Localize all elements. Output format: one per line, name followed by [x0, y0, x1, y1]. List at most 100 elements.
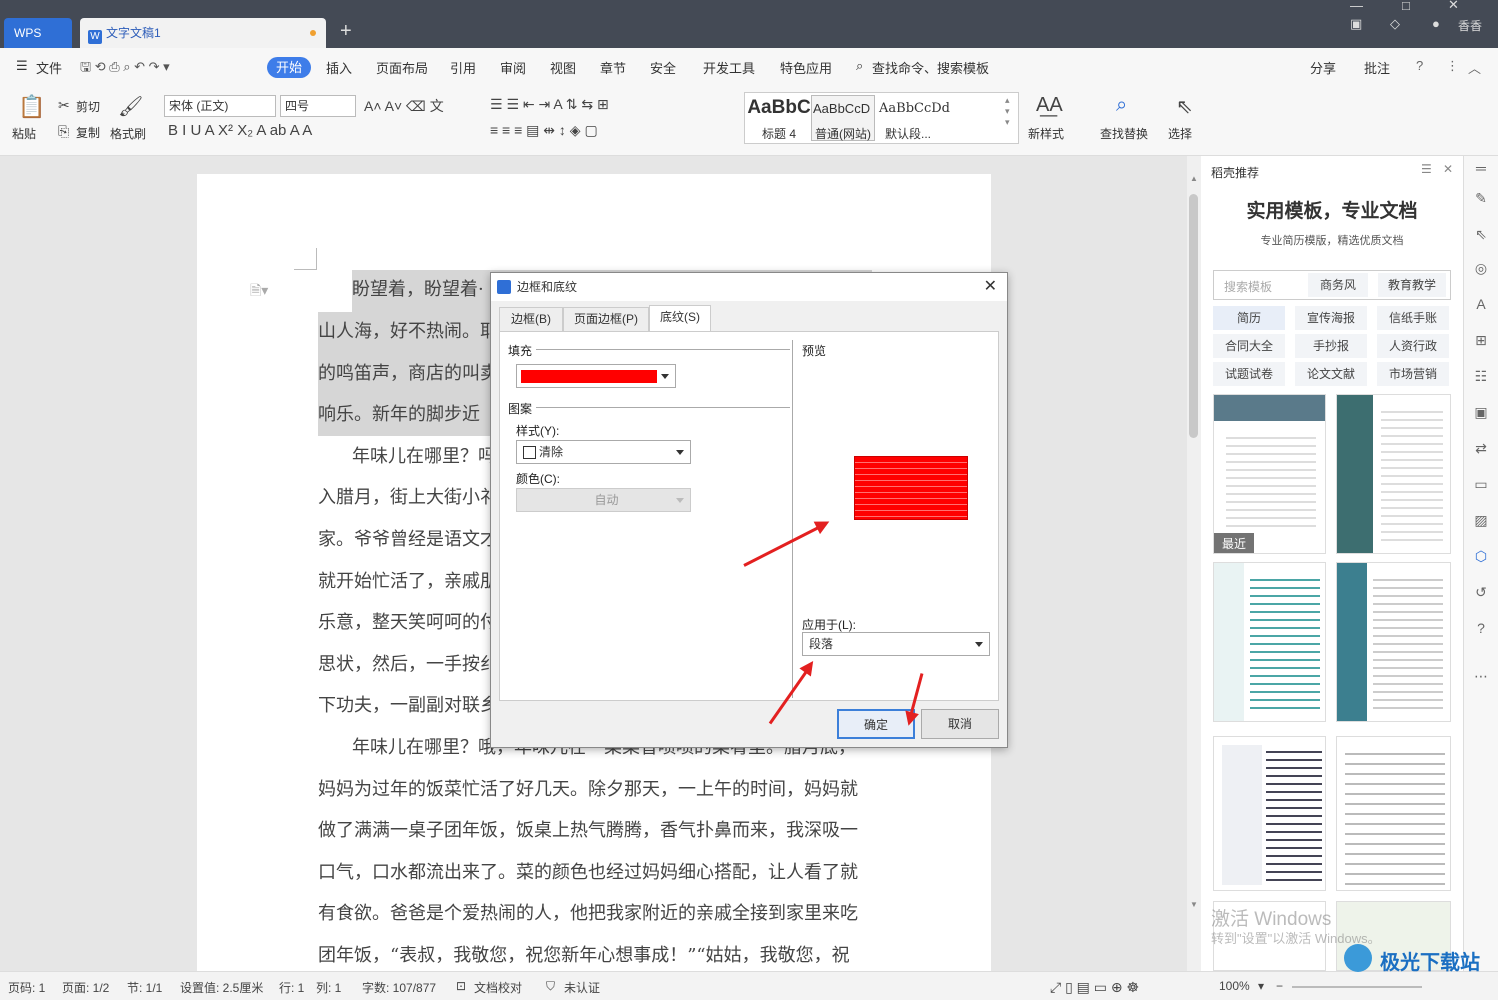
template-thumb[interactable] — [1336, 736, 1451, 891]
fill-color-picker[interactable] — [516, 364, 676, 388]
menu-chapter[interactable]: 章节 — [600, 58, 626, 77]
font-size-tools[interactable]: A˄ A˅ ⌫ 文 — [364, 96, 444, 116]
template-thumb[interactable]: 最近 — [1213, 394, 1326, 554]
zoom-level[interactable]: 100% — [1219, 979, 1250, 993]
paragraph-handle-icon[interactable]: 🗎▾ — [250, 280, 268, 304]
paste-button[interactable]: 粘贴 — [12, 125, 36, 142]
command-search[interactable]: 查找命令、搜索模板 — [872, 58, 989, 77]
tag-paper[interactable]: 论文文献 — [1295, 362, 1367, 386]
collapse-icon[interactable]: ═ — [1472, 160, 1490, 178]
translate-icon[interactable]: ⇄ — [1472, 440, 1490, 458]
window-count-icon[interactable]: ▣ — [1350, 16, 1362, 32]
para-line[interactable]: 口气，口水都流出来了。菜的颜色也经过妈妈细心搭配，让人看了就 — [318, 852, 873, 894]
style-preview-default[interactable]: AaBbCcDd — [879, 101, 950, 116]
find-replace-button[interactable]: 查找替换 — [1100, 125, 1148, 142]
scroll-down-icon[interactable]: ▼ — [1190, 900, 1198, 909]
new-style-icon[interactable]: A͟A — [1036, 94, 1063, 117]
menu-special[interactable]: 特色应用 — [780, 58, 832, 77]
search-tag[interactable]: 教育教学 — [1378, 273, 1446, 297]
settings-icon[interactable]: ☷ — [1472, 368, 1490, 386]
style-name-normal[interactable]: 普通(网站) — [815, 125, 871, 142]
quick-access-icons[interactable]: 🖫 ⟲ ⎙ ⌕ ↶ ↷ ▾ — [80, 58, 170, 80]
format-painter-icon[interactable]: 🖌 — [118, 94, 143, 119]
history-icon[interactable]: ↺ — [1472, 584, 1490, 602]
menu-review[interactable]: 审阅 — [500, 58, 526, 77]
font-size-select[interactable]: 四号 — [280, 95, 356, 117]
pattern-style-select[interactable]: 清除 — [516, 440, 691, 464]
help-circle-icon[interactable]: ? — [1472, 620, 1490, 638]
style-icon[interactable]: A — [1472, 296, 1490, 314]
template-thumb[interactable] — [1336, 394, 1451, 554]
menu-developer[interactable]: 开发工具 — [703, 58, 755, 77]
pen-icon[interactable]: ✎ — [1472, 190, 1490, 208]
template-search-box[interactable]: 搜索模板 商务风 教育教学 — [1213, 270, 1451, 300]
comment-button[interactable]: 批注 — [1364, 58, 1390, 77]
format-painter-button[interactable]: 格式刷 — [110, 125, 146, 142]
dialog-close-icon[interactable]: ✕ — [984, 273, 997, 301]
share-button[interactable]: 分享 — [1310, 58, 1336, 77]
new-style-button[interactable]: 新样式 — [1028, 125, 1064, 142]
collapse-ribbon-icon[interactable]: ︿ — [1468, 58, 1481, 77]
username[interactable]: 香香 — [1458, 17, 1482, 34]
skin-icon[interactable]: ◇ — [1390, 16, 1400, 32]
copy-icon[interactable]: ⎘ — [58, 123, 69, 140]
image-icon[interactable]: ▣ — [1472, 404, 1490, 422]
status-page[interactable]: 页码: 1 — [8, 979, 45, 996]
template-thumb[interactable] — [1336, 562, 1451, 722]
select-cursor-icon[interactable]: ⇖ — [1176, 94, 1193, 119]
status-section[interactable]: 节: 1/1 — [127, 979, 162, 996]
cut-button[interactable]: 剪切 — [76, 98, 100, 115]
tag-marketing[interactable]: 市场营销 — [1377, 362, 1449, 386]
style-name-heading4[interactable]: 标题 4 — [747, 125, 811, 142]
panel-header[interactable]: 稻壳推荐 — [1211, 164, 1259, 181]
help-icon[interactable]: ? — [1416, 58, 1423, 73]
menu-layout[interactable]: 页面布局 — [376, 58, 428, 77]
view-mode-icons[interactable]: ⤢ ▯ ▤ ▭ ⊕ ☸ — [1050, 979, 1139, 996]
status-proof[interactable]: 文档校对 — [474, 979, 522, 996]
scroll-thumb[interactable] — [1189, 194, 1198, 438]
find-icon[interactable]: ⌕ — [1116, 94, 1127, 117]
more-icon[interactable]: ⋮ — [1446, 58, 1459, 74]
cut-icon[interactable]: ✂ — [58, 97, 70, 114]
hamburger-icon[interactable]: ☰ — [16, 58, 28, 74]
template-thumb[interactable] — [1213, 736, 1326, 891]
tab-shading[interactable]: 底纹(S) — [649, 305, 711, 332]
zoom-slider[interactable] — [1292, 986, 1422, 988]
template-thumb[interactable] — [1213, 562, 1326, 722]
font-format-tools[interactable]: B I U A X² X₂ A ab A A — [168, 122, 312, 139]
wps-home-tab[interactable]: WPS — [4, 18, 72, 48]
menu-reference[interactable]: 引用 — [450, 58, 476, 77]
cursor-icon[interactable]: ⇖ — [1472, 226, 1490, 244]
status-col[interactable]: 列: 1 — [316, 979, 341, 996]
apply-to-select[interactable]: 段落 — [802, 632, 990, 656]
menu-file[interactable]: 文件 — [36, 58, 62, 77]
status-words[interactable]: 字数: 107/877 — [362, 979, 436, 996]
new-tab-button[interactable]: + — [340, 20, 352, 43]
paste-icon[interactable]: 📋 — [18, 94, 45, 120]
status-setting[interactable]: 设置值: 2.5厘米 — [180, 979, 263, 996]
tag-handout[interactable]: 手抄报 — [1295, 334, 1367, 358]
minimize-button[interactable]: — — [1350, 0, 1363, 13]
tab-borders[interactable]: 边框(B) — [499, 307, 563, 331]
menu-view[interactable]: 视图 — [550, 58, 576, 77]
avatar[interactable]: ● — [1432, 16, 1440, 31]
align-tools[interactable]: ≡ ≡ ≡ ▤ ⇹ ↕ ◈ ▢ — [490, 122, 598, 139]
status-cert[interactable]: 未认证 — [564, 979, 600, 996]
table-icon[interactable]: ⊞ — [1472, 332, 1490, 350]
tag-resume[interactable]: 简历 — [1213, 306, 1285, 330]
zoom-dropdown-icon[interactable]: ▾ — [1258, 979, 1264, 993]
select-button[interactable]: 选择 — [1168, 125, 1192, 142]
gallery-scroll-icon[interactable]: ▴ ▾ ▾ — [1005, 95, 1010, 128]
para-line[interactable]: 做了满满一桌子团年饭，饭桌上热气腾腾，香气扑鼻而来，我深吸一 — [318, 810, 873, 852]
search-icon[interactable]: ⌕ — [856, 58, 863, 74]
search-tag[interactable]: 商务风 — [1308, 273, 1368, 297]
font-name-select[interactable]: 宋体 (正文) — [164, 95, 276, 117]
template-icon[interactable]: ⬡ — [1472, 548, 1490, 566]
close-window-button[interactable]: ✕ — [1448, 0, 1459, 13]
tab-page-borders[interactable]: 页面边框(P) — [563, 307, 649, 331]
style-preview-normal[interactable]: AaBbCcD — [813, 101, 870, 116]
zoom-out-icon[interactable]: − — [1276, 979, 1283, 993]
menu-security[interactable]: 安全 — [650, 58, 676, 77]
para-line[interactable]: 有食欲。爸爸是个爱热闹的人，他把我家附近的亲戚全接到家里来吃 — [318, 893, 873, 935]
shield-icon[interactable]: ⛉ — [546, 979, 555, 994]
